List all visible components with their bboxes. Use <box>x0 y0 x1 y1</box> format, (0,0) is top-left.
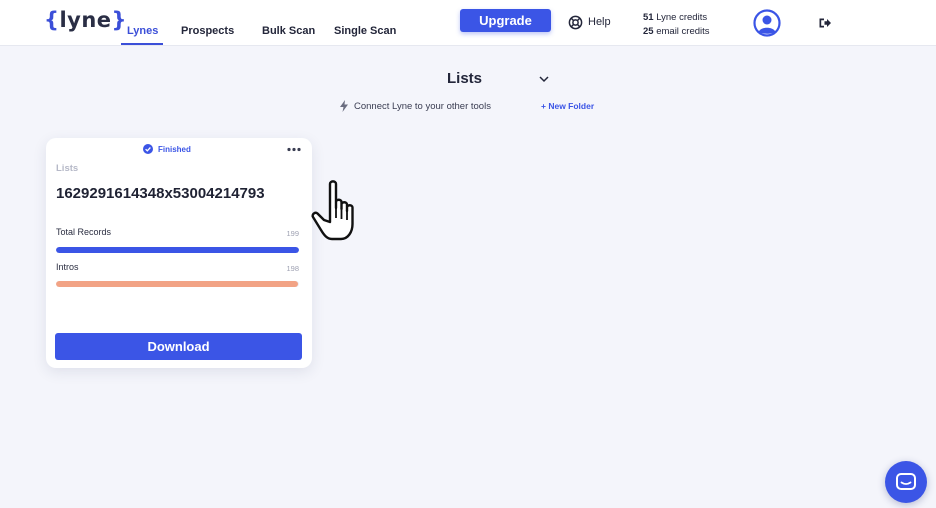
list-name: 1629291614348x53004214793 <box>56 185 265 202</box>
status-label: Finished <box>158 144 191 154</box>
logo-brace-close: } <box>111 8 127 32</box>
card-category: Lists <box>56 163 79 174</box>
credits-summary: 51 Lyne credits 25 email credits <box>643 11 710 39</box>
connect-tools-link[interactable]: Connect Lyne to your other tools <box>340 100 491 112</box>
logo-brace-open: { <box>44 8 60 32</box>
email-credits-count: 25 <box>643 26 654 37</box>
total-records-label: Total Records <box>56 227 112 237</box>
top-navigation-bar: {lyne} Lynes Prospects Bulk Scan Single … <box>0 0 936 46</box>
intros-progress-fill <box>56 281 298 287</box>
check-circle-icon <box>143 144 153 154</box>
nav-active-underline <box>121 43 163 45</box>
nav-tab-bulk-scan[interactable]: Bulk Scan <box>262 25 315 37</box>
more-horizontal-icon[interactable] <box>287 147 301 152</box>
list-card[interactable]: Finished Lists 1629291614348x53004214793… <box>46 138 312 368</box>
help-link[interactable]: Help <box>568 14 611 30</box>
chat-icon <box>896 473 916 490</box>
status-badge: Finished <box>143 144 191 154</box>
connect-tools-text: Connect Lyne to your other tools <box>354 100 491 112</box>
intros-progress-bar <box>56 281 299 287</box>
total-records-progress-fill <box>56 247 299 253</box>
lyne-credits-label: Lyne credits <box>656 12 708 23</box>
logout-icon[interactable] <box>818 16 832 30</box>
email-credits-label: email credits <box>656 26 710 37</box>
nav-tab-single-scan[interactable]: Single Scan <box>334 25 396 37</box>
intros-label: Intros <box>56 262 79 272</box>
lyne-logo[interactable]: {lyne} <box>44 8 127 32</box>
page-title: Lists <box>447 70 483 87</box>
lyne-credits-count: 51 <box>643 12 654 23</box>
chevron-down-icon[interactable] <box>538 74 550 84</box>
help-label: Help <box>588 16 611 28</box>
total-records-progress-bar <box>56 247 299 253</box>
lightning-icon <box>340 100 348 112</box>
chat-launcher-button[interactable] <box>885 461 927 503</box>
total-records-value: 199 <box>286 229 299 238</box>
lifebuoy-icon <box>568 15 583 29</box>
logo-word: lyne <box>59 8 112 32</box>
lyne-credits: 51 Lyne credits <box>643 11 710 25</box>
upgrade-button[interactable]: Upgrade <box>460 9 551 32</box>
download-button[interactable]: Download <box>55 333 302 360</box>
email-credits: 25 email credits <box>643 25 710 39</box>
nav-tab-lynes[interactable]: Lynes <box>127 25 158 37</box>
user-avatar-icon[interactable] <box>753 9 781 37</box>
new-folder-button[interactable]: + New Folder <box>541 101 594 111</box>
nav-tab-prospects[interactable]: Prospects <box>181 25 234 37</box>
intros-value: 198 <box>286 264 299 273</box>
hand-pointer-cursor-icon <box>311 180 354 241</box>
